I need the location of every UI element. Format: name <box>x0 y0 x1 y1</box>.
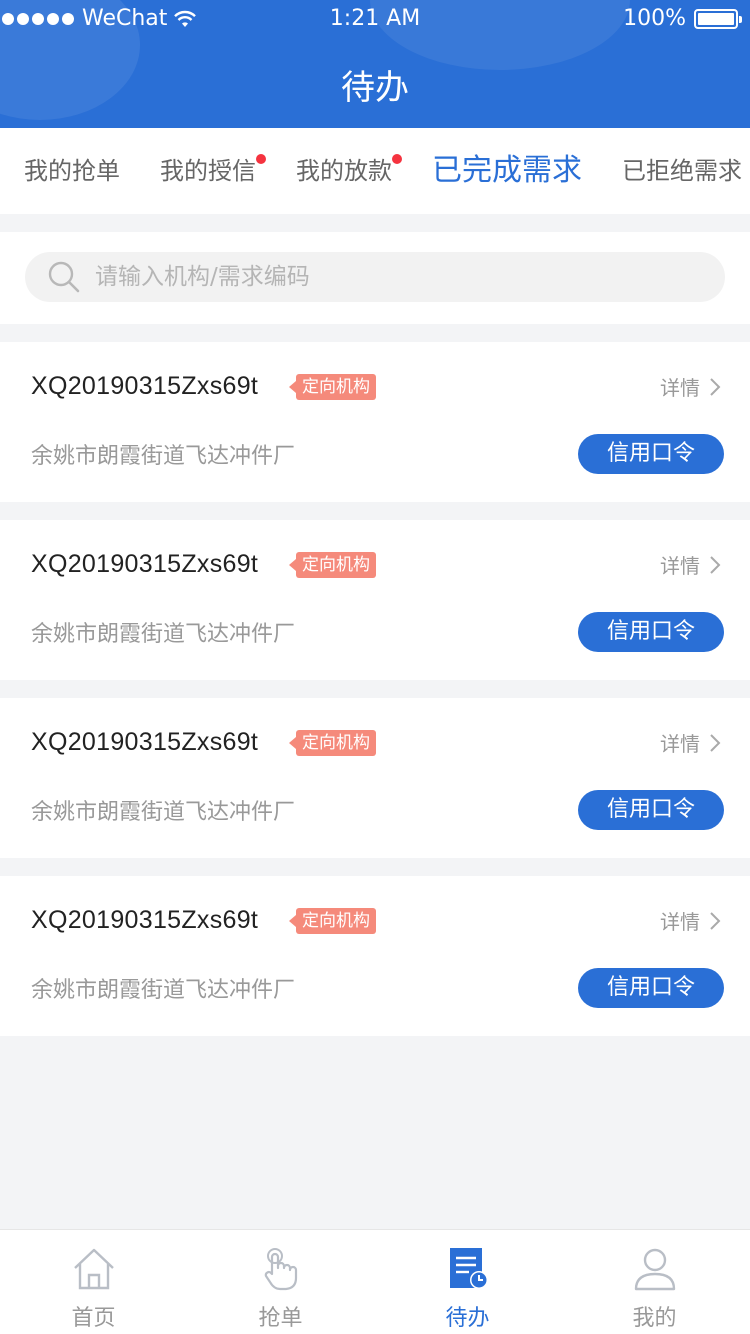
directed-institution-tag: 定向机构 <box>289 552 376 578</box>
detail-link[interactable]: 详情 <box>660 550 722 579</box>
tap-hand-icon <box>264 1248 298 1291</box>
screen: WeChat 1:21 AM 100% 待办 我的抢单 我的授信 我的放款 已完… <box>0 0 750 1334</box>
chevron-right-icon <box>710 377 721 396</box>
company-name: 余姚市朗霞街道飞达冲件厂 <box>31 622 296 647</box>
credit-code-button[interactable]: 信用口令 <box>578 790 724 830</box>
search-icon <box>48 261 80 293</box>
company-name: 余姚市朗霞街道飞达冲件厂 <box>31 444 296 469</box>
request-card: XQ20190315Zxs69t 定向机构 详情 余姚市朗霞街道飞达冲件厂 信用… <box>0 698 750 858</box>
nav-item-profile[interactable]: 我的 <box>561 1230 748 1334</box>
request-code: XQ20190315Zxs69t <box>31 550 259 578</box>
nav-item-grab-orders[interactable]: 抢单 <box>187 1230 374 1334</box>
battery-icon <box>694 8 742 29</box>
tab-label: 我的授信 <box>160 157 256 185</box>
search-bar[interactable] <box>25 252 725 302</box>
detail-link[interactable]: 详情 <box>660 372 722 401</box>
detail-link[interactable]: 详情 <box>660 906 722 935</box>
tab-my-credit[interactable]: 我的授信 <box>160 128 266 214</box>
tab-label: 我的抢单 <box>24 157 120 185</box>
search-input[interactable] <box>95 264 655 290</box>
battery-percent: 100% <box>623 6 686 31</box>
directed-institution-tag: 定向机构 <box>289 908 376 934</box>
directed-institution-tag: 定向机构 <box>289 374 376 400</box>
detail-label: 详情 <box>660 910 700 934</box>
detail-link[interactable]: 详情 <box>660 728 722 757</box>
user-icon <box>634 1248 676 1291</box>
search-section <box>0 232 750 324</box>
chevron-right-icon <box>710 555 721 574</box>
nav-label: 首页 <box>71 1306 116 1331</box>
request-card: XQ20190315Zxs69t 定向机构 详情 余姚市朗霞街道飞达冲件厂 信用… <box>0 520 750 680</box>
credit-code-button[interactable]: 信用口令 <box>578 434 724 474</box>
nav-item-todo[interactable]: 待办 <box>374 1230 561 1334</box>
company-name: 余姚市朗霞街道飞达冲件厂 <box>31 978 296 1003</box>
tab-rejected-requests[interactable]: 已拒绝需求 <box>622 128 742 214</box>
todo-list-icon <box>450 1248 488 1289</box>
tab-label: 已完成需求 <box>432 153 582 188</box>
request-code: XQ20190315Zxs69t <box>31 728 259 756</box>
tab-my-loans[interactable]: 我的放款 <box>296 128 402 214</box>
request-code: XQ20190315Zxs69t <box>31 372 259 400</box>
detail-label: 详情 <box>660 554 700 578</box>
credit-code-button[interactable]: 信用口令 <box>578 968 724 1008</box>
detail-label: 详情 <box>660 376 700 400</box>
bottom-nav: 首页 抢单 待办 我的 <box>0 1229 750 1334</box>
request-card: XQ20190315Zxs69t 定向机构 详情 余姚市朗霞街道飞达冲件厂 信用… <box>0 876 750 1036</box>
status-bar: WeChat 1:21 AM 100% <box>0 0 750 40</box>
directed-institution-tag: 定向机构 <box>289 730 376 756</box>
request-code: XQ20190315Zxs69t <box>31 906 259 934</box>
page-title: 待办 <box>341 68 409 108</box>
chevron-right-icon <box>710 911 721 930</box>
chevron-right-icon <box>710 733 721 752</box>
tab-my-grab-orders[interactable]: 我的抢单 <box>24 128 120 214</box>
nav-item-home[interactable]: 首页 <box>0 1230 187 1334</box>
credit-code-button[interactable]: 信用口令 <box>578 612 724 652</box>
tab-bar: 我的抢单 我的授信 我的放款 已完成需求 已拒绝需求 <box>0 128 750 214</box>
notification-badge <box>392 154 402 164</box>
status-right: 100% <box>623 6 742 31</box>
tab-label: 已拒绝需求 <box>622 157 742 185</box>
tab-label: 我的放款 <box>296 157 392 185</box>
company-name: 余姚市朗霞街道飞达冲件厂 <box>31 800 296 825</box>
detail-label: 详情 <box>660 732 700 756</box>
header: WeChat 1:21 AM 100% 待办 <box>0 0 750 128</box>
nav-label: 待办 <box>445 1306 490 1331</box>
nav-label: 抢单 <box>258 1306 303 1331</box>
home-icon <box>74 1248 114 1290</box>
request-card: XQ20190315Zxs69t 定向机构 详情 余姚市朗霞街道飞达冲件厂 信用… <box>0 342 750 502</box>
tab-completed-requests[interactable]: 已完成需求 <box>432 128 582 214</box>
notification-badge <box>256 154 266 164</box>
nav-label: 我的 <box>632 1306 677 1331</box>
